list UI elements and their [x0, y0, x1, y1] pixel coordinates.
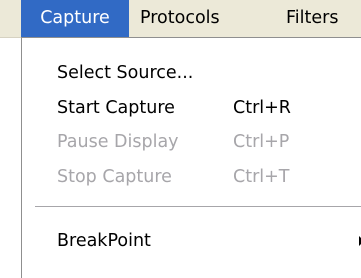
- menu-item-breakpoint[interactable]: BreakPoint: [22, 226, 361, 256]
- menu-protocols[interactable]: Protocols: [140, 0, 220, 37]
- menu-item-label: Pause Display: [57, 132, 179, 152]
- menu-bar: Capture Protocols Filters: [0, 0, 361, 38]
- menu-separator: [35, 206, 361, 208]
- menu-item-shortcut: Ctrl+P: [233, 132, 290, 152]
- menu-item-shortcut: Ctrl+T: [233, 167, 290, 187]
- capture-dropdown-menu: Select Source... Start Capture Ctrl+R Pa…: [21, 37, 361, 278]
- menu-filters[interactable]: Filters: [286, 0, 338, 37]
- menu-item-label: Select Source...: [57, 63, 194, 83]
- menu-item-select-source[interactable]: Select Source...: [22, 58, 361, 88]
- menu-item-label: Start Capture: [57, 98, 175, 118]
- menu-capture[interactable]: Capture: [21, 0, 129, 37]
- menu-item-shortcut: Ctrl+R: [233, 98, 291, 118]
- menu-item-start-capture[interactable]: Start Capture Ctrl+R: [22, 93, 361, 123]
- menu-item-stop-capture: Stop Capture Ctrl+T: [22, 162, 361, 192]
- menu-item-pause-display: Pause Display Ctrl+P: [22, 127, 361, 157]
- menu-item-label: Stop Capture: [57, 167, 172, 187]
- menu-item-label: BreakPoint: [57, 231, 151, 251]
